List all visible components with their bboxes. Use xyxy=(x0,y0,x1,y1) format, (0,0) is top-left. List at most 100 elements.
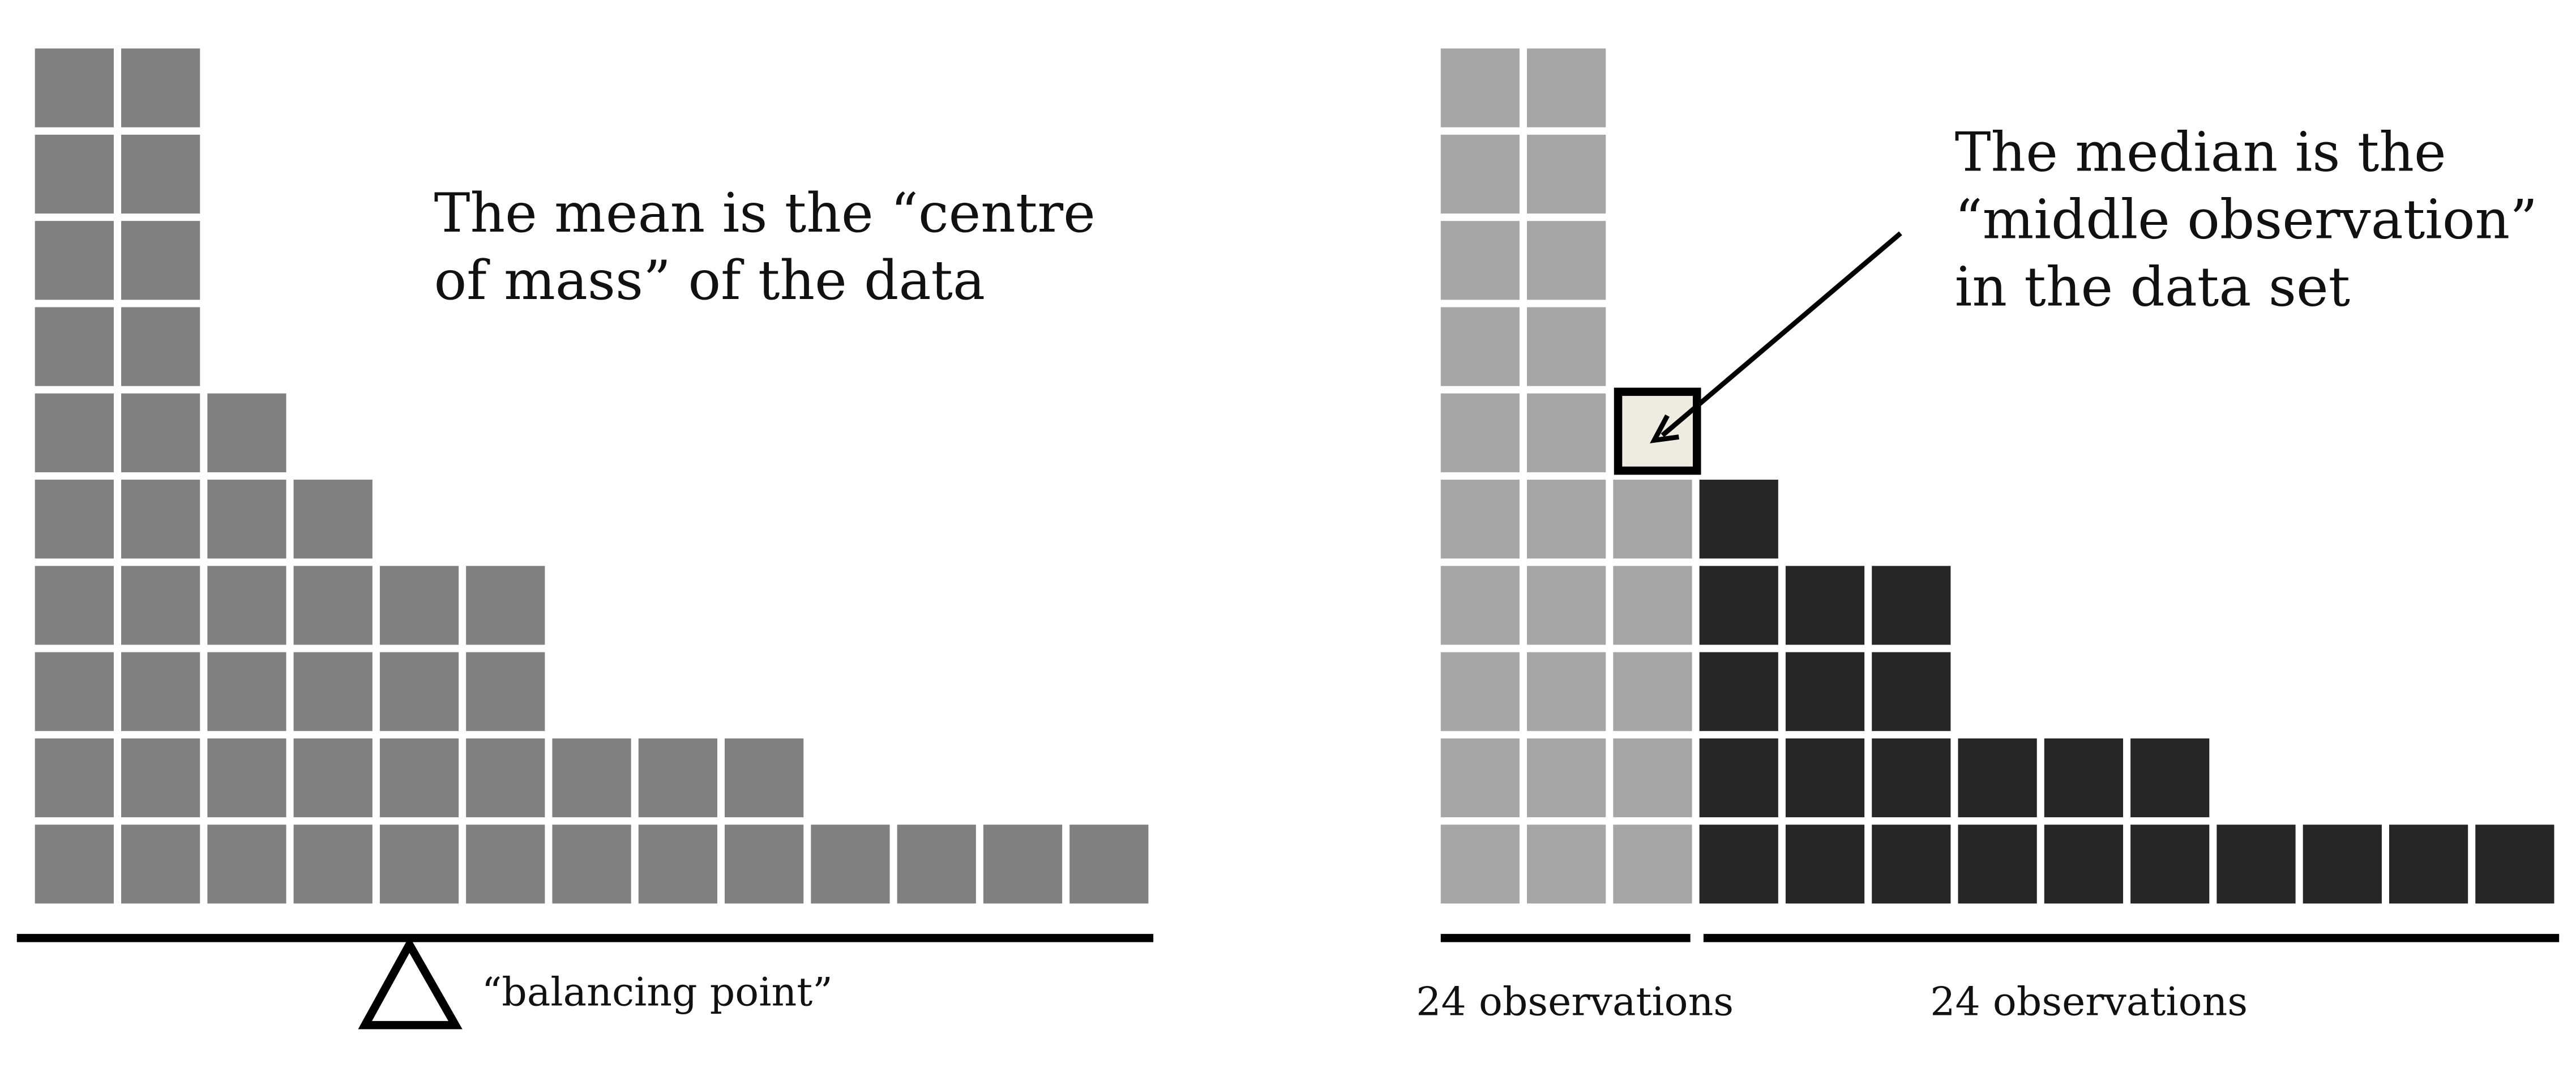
lower-half-block xyxy=(1440,48,1520,127)
lower-half-block xyxy=(1440,738,1520,818)
observation-block xyxy=(35,134,114,214)
lower-half-block xyxy=(1613,566,1692,645)
lower-half-block xyxy=(1440,480,1520,559)
observation-block xyxy=(121,393,200,472)
observation-block xyxy=(293,825,373,904)
upper-half-block xyxy=(1872,825,1951,904)
lower-half-block xyxy=(1613,825,1692,904)
lower-half-block xyxy=(1613,480,1692,559)
upper-half-block xyxy=(1872,652,1951,731)
observation-block xyxy=(207,480,286,559)
observation-block xyxy=(293,738,373,818)
observation-block xyxy=(121,825,200,904)
observation-block xyxy=(121,480,200,559)
upper-half-block xyxy=(2303,825,2382,904)
mean-caption-line1: The mean is the “centre xyxy=(434,181,1096,245)
observation-block xyxy=(466,652,545,731)
observation-block xyxy=(379,566,459,645)
lower-half-block xyxy=(1527,825,1606,904)
lower-half-block xyxy=(1440,825,1520,904)
upper-half-label: 24 observations xyxy=(1930,979,2248,1025)
observation-block xyxy=(35,307,114,386)
lower-half-block xyxy=(1440,307,1520,386)
upper-half-block xyxy=(2389,825,2468,904)
observation-block xyxy=(35,48,114,127)
observation-block xyxy=(725,738,804,818)
observation-block xyxy=(983,825,1063,904)
median-caption-line1: The median is the xyxy=(1955,121,2446,184)
lower-half-block xyxy=(1440,393,1520,472)
observation-block xyxy=(35,221,114,300)
lower-half-block xyxy=(1440,652,1520,731)
lower-half-block xyxy=(1527,48,1606,127)
observation-block xyxy=(638,738,717,818)
lower-half-block xyxy=(1613,652,1692,731)
lower-half-block xyxy=(1527,134,1606,214)
upper-half-block xyxy=(1699,825,1778,904)
upper-half-block xyxy=(1958,825,2037,904)
pointer-arrow-line xyxy=(1661,231,1902,438)
observation-block xyxy=(121,134,200,214)
figure: “balancing point” The mean is the “centr… xyxy=(16,48,2560,1030)
observation-block xyxy=(121,652,200,731)
observation-block xyxy=(897,825,976,904)
observation-block xyxy=(121,221,200,300)
observation-block xyxy=(379,738,459,818)
observation-block xyxy=(35,825,114,904)
observation-block xyxy=(466,738,545,818)
mean-caption-line2: of mass” of the data xyxy=(434,249,985,312)
observation-block xyxy=(1069,825,1149,904)
lower-half-block xyxy=(1613,738,1692,818)
upper-half-block xyxy=(1785,825,1865,904)
observation-block xyxy=(35,566,114,645)
observation-block xyxy=(207,566,286,645)
observation-block xyxy=(293,652,373,731)
lower-half-block xyxy=(1527,652,1606,731)
observation-block xyxy=(121,307,200,386)
lower-half-block xyxy=(1440,221,1520,300)
upper-half-block xyxy=(1699,566,1778,645)
upper-half-block xyxy=(2130,738,2210,818)
lower-half-block xyxy=(1440,134,1520,214)
observation-block xyxy=(552,738,631,818)
lower-half-block xyxy=(1527,566,1606,645)
observation-block xyxy=(121,48,200,127)
observation-block xyxy=(293,566,373,645)
observation-block xyxy=(207,825,286,904)
upper-half-block xyxy=(2044,825,2124,904)
observation-block xyxy=(466,825,545,904)
observation-block xyxy=(379,825,459,904)
fulcrum-label: “balancing point” xyxy=(482,969,833,1015)
upper-half-block xyxy=(1785,738,1865,818)
observation-block xyxy=(725,825,804,904)
observation-block xyxy=(35,393,114,472)
lower-half-block xyxy=(1527,480,1606,559)
lower-half-block xyxy=(1527,738,1606,818)
observation-block xyxy=(638,825,717,904)
observation-block xyxy=(121,738,200,818)
observation-block xyxy=(35,480,114,559)
upper-half-block xyxy=(2216,825,2296,904)
observation-block xyxy=(379,652,459,731)
mean-blocks xyxy=(35,48,1149,904)
observation-block xyxy=(207,652,286,731)
upper-half-block xyxy=(2130,825,2210,904)
upper-half-block xyxy=(1872,566,1951,645)
observation-block xyxy=(207,738,286,818)
upper-half-block xyxy=(1785,566,1865,645)
upper-half-block xyxy=(1872,738,1951,818)
observation-block xyxy=(293,480,373,559)
observation-block xyxy=(207,393,286,472)
lower-half-block xyxy=(1440,566,1520,645)
fulcrum-triangle-icon xyxy=(358,936,463,1030)
lower-half-block xyxy=(1527,393,1606,472)
observation-block xyxy=(466,566,545,645)
upper-half-block xyxy=(1785,652,1865,731)
upper-half-block xyxy=(1699,738,1778,818)
upper-half-block xyxy=(1699,480,1778,559)
lower-half-label: 24 observations xyxy=(1416,979,1734,1025)
median-caption-line2: “middle observation” xyxy=(1955,188,2538,251)
observation-block xyxy=(35,738,114,818)
observation-block xyxy=(552,825,631,904)
lower-half-block xyxy=(1527,221,1606,300)
